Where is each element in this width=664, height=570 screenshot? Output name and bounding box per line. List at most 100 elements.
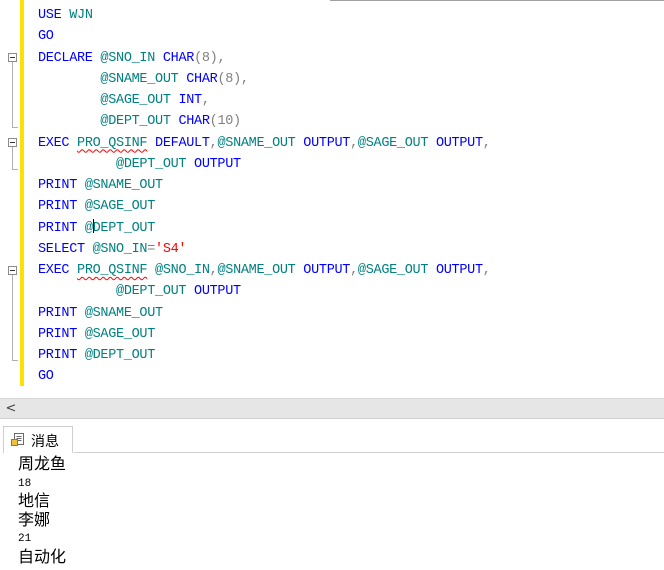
code-line[interactable]: PRINT @SNAME_OUT (38, 303, 163, 324)
chevron-left-icon[interactable]: < (5, 399, 17, 419)
sql-keyword: PRINT (38, 348, 85, 363)
sql-punctuation (147, 263, 155, 278)
code-line[interactable]: GO (38, 26, 54, 47)
code-line[interactable]: @DEPT_OUT OUTPUT (38, 281, 241, 302)
sql-keyword: PRINT (38, 199, 85, 215)
collapse-exec-icon[interactable] (8, 138, 17, 147)
code-line[interactable]: PRINT @SAGE_OUT (38, 324, 155, 345)
sql-punctuation: , (482, 263, 491, 278)
sql-keyword: USE (38, 8, 70, 23)
message-line: 地信 (18, 491, 51, 510)
sql-punctuation: (10) (209, 114, 242, 130)
sql-keyword: GO (38, 29, 54, 45)
sql-keyword: CHAR (162, 50, 195, 66)
sql-keyword: GO (38, 369, 54, 385)
tab-strip-divider (74, 452, 664, 453)
sql-variable: WJN (69, 8, 93, 23)
tab-messages-label: 消息 (31, 434, 59, 450)
sql-variable: @SAGE_OUT (84, 326, 156, 342)
sql-variable: @SNAME_OUT (217, 135, 304, 151)
message-line: 21 (18, 533, 32, 545)
sql-punctuation: (8), (194, 50, 226, 66)
sql-keyword: OUTPUT (194, 284, 241, 300)
sql-variable: @SAGE_OUT (100, 93, 179, 108)
sql-variable: @SNAME_OUT (84, 305, 163, 321)
sql-object-name: PRO_QSINF (77, 135, 148, 151)
sql-variable: @SNAME_OUT (217, 263, 304, 278)
sql-variable: @SNO_IN (155, 263, 210, 278)
collapse-exec-icon[interactable] (8, 266, 17, 275)
outline-end (12, 127, 18, 128)
sql-string: 'S4' (155, 241, 187, 257)
sql-variable: @SNO_IN (100, 50, 163, 66)
sql-variable: @DEPT_OUT (116, 284, 195, 300)
sql-punctuation (38, 157, 116, 172)
sql-variable: DEPT_OUT (92, 220, 156, 236)
sql-keyword: CHAR (186, 71, 218, 87)
code-line[interactable]: PRINT @DEPT_OUT (38, 218, 155, 239)
change-tracking-bar (20, 0, 24, 386)
sql-keyword: INT (178, 93, 202, 108)
sql-punctuation (38, 93, 100, 108)
sql-variable: @SNO_IN (92, 241, 148, 257)
outline-guide (12, 275, 13, 360)
code-line[interactable]: EXEC PRO_QSINF DEFAULT, @SNAME_OUT OUTPUT… (38, 133, 491, 154)
sql-punctuation (38, 72, 100, 87)
collapse-declare-icon[interactable] (8, 53, 17, 62)
sql-punctuation (38, 284, 116, 299)
code-line[interactable]: PRINT @SAGE_OUT (38, 196, 155, 217)
message-document-icon (11, 433, 24, 446)
outline-guide (12, 62, 13, 127)
sql-keyword: OUTPUT (435, 263, 483, 278)
code-line[interactable]: DECLARE @SNO_IN CHAR(8), (38, 48, 226, 69)
sql-keyword: OUTPUT (303, 263, 351, 278)
code-line[interactable]: @DEPT_OUT CHAR(10) (38, 111, 241, 132)
outline-end (12, 360, 18, 361)
sql-variable: @SAGE_OUT (84, 199, 156, 215)
sql-punctuation (38, 114, 100, 129)
sql-punctuation: , (482, 135, 491, 151)
sql-query-editor[interactable]: USE WJN GO DECLARE @SNO_IN CHAR(8), @SNAME… (0, 0, 664, 398)
sql-punctuation: , (350, 135, 358, 151)
sql-keyword: PRINT (38, 220, 85, 236)
sql-variable: @SNAME_OUT (100, 71, 187, 87)
sql-keyword: OUTPUT (435, 135, 483, 151)
code-line[interactable]: USE WJN (38, 5, 93, 26)
code-line[interactable]: PRINT @SNAME_OUT (38, 175, 163, 196)
tab-messages[interactable]: 消息 (3, 426, 73, 453)
code-line[interactable]: @SAGE_OUT INT, (38, 90, 210, 111)
sql-keyword: PRINT (38, 178, 85, 193)
sql-keyword: PRINT (38, 305, 85, 321)
sql-variable: @DEPT_OUT (116, 156, 195, 172)
code-line[interactable]: SELECT @SNO_IN='S4' (38, 239, 187, 260)
sql-variable: @SNAME_OUT (84, 178, 163, 193)
sql-keyword: CHAR (178, 114, 210, 130)
outline-guide (12, 147, 13, 169)
message-line: 李娜 (18, 510, 51, 529)
code-line[interactable]: EXEC PRO_QSINF @SNO_IN, @SNAME_OUT OUTPUT… (38, 260, 491, 281)
sql-keyword: SELECT (38, 241, 93, 257)
message-line: 周龙鱼 (18, 454, 67, 473)
code-line[interactable]: GO (38, 366, 54, 387)
sql-variable: @ (84, 220, 93, 236)
sql-variable: @SAGE_OUT (357, 135, 436, 151)
sql-punctuation: , (201, 93, 210, 108)
sql-keyword: EXEC (38, 263, 78, 278)
sql-punctuation: (8), (217, 71, 249, 87)
code-line[interactable]: PRINT @DEPT_OUT (38, 345, 155, 366)
editor-top-border (330, 0, 664, 4)
sql-punctuation: = (147, 241, 156, 257)
messages-pane: 消息 周龙鱼 18 地信 李娜 21 自动化 (0, 418, 664, 570)
code-line[interactable]: @SNAME_OUT CHAR(8), (38, 69, 249, 90)
sql-object-name: PRO_QSINF (77, 263, 148, 278)
sql-keyword: DEFAULT (155, 135, 210, 151)
sql-variable: @SAGE_OUT (357, 263, 436, 278)
message-line: 18 (18, 478, 32, 490)
sql-keyword: PRINT (38, 326, 85, 342)
sql-keyword: OUTPUT (194, 156, 241, 172)
code-line[interactable]: @DEPT_OUT OUTPUT (38, 154, 241, 175)
sql-punctuation (147, 136, 155, 151)
horizontal-scrollbar[interactable]: < (0, 398, 664, 419)
outline-gutter (0, 0, 20, 398)
outline-end (12, 169, 18, 170)
